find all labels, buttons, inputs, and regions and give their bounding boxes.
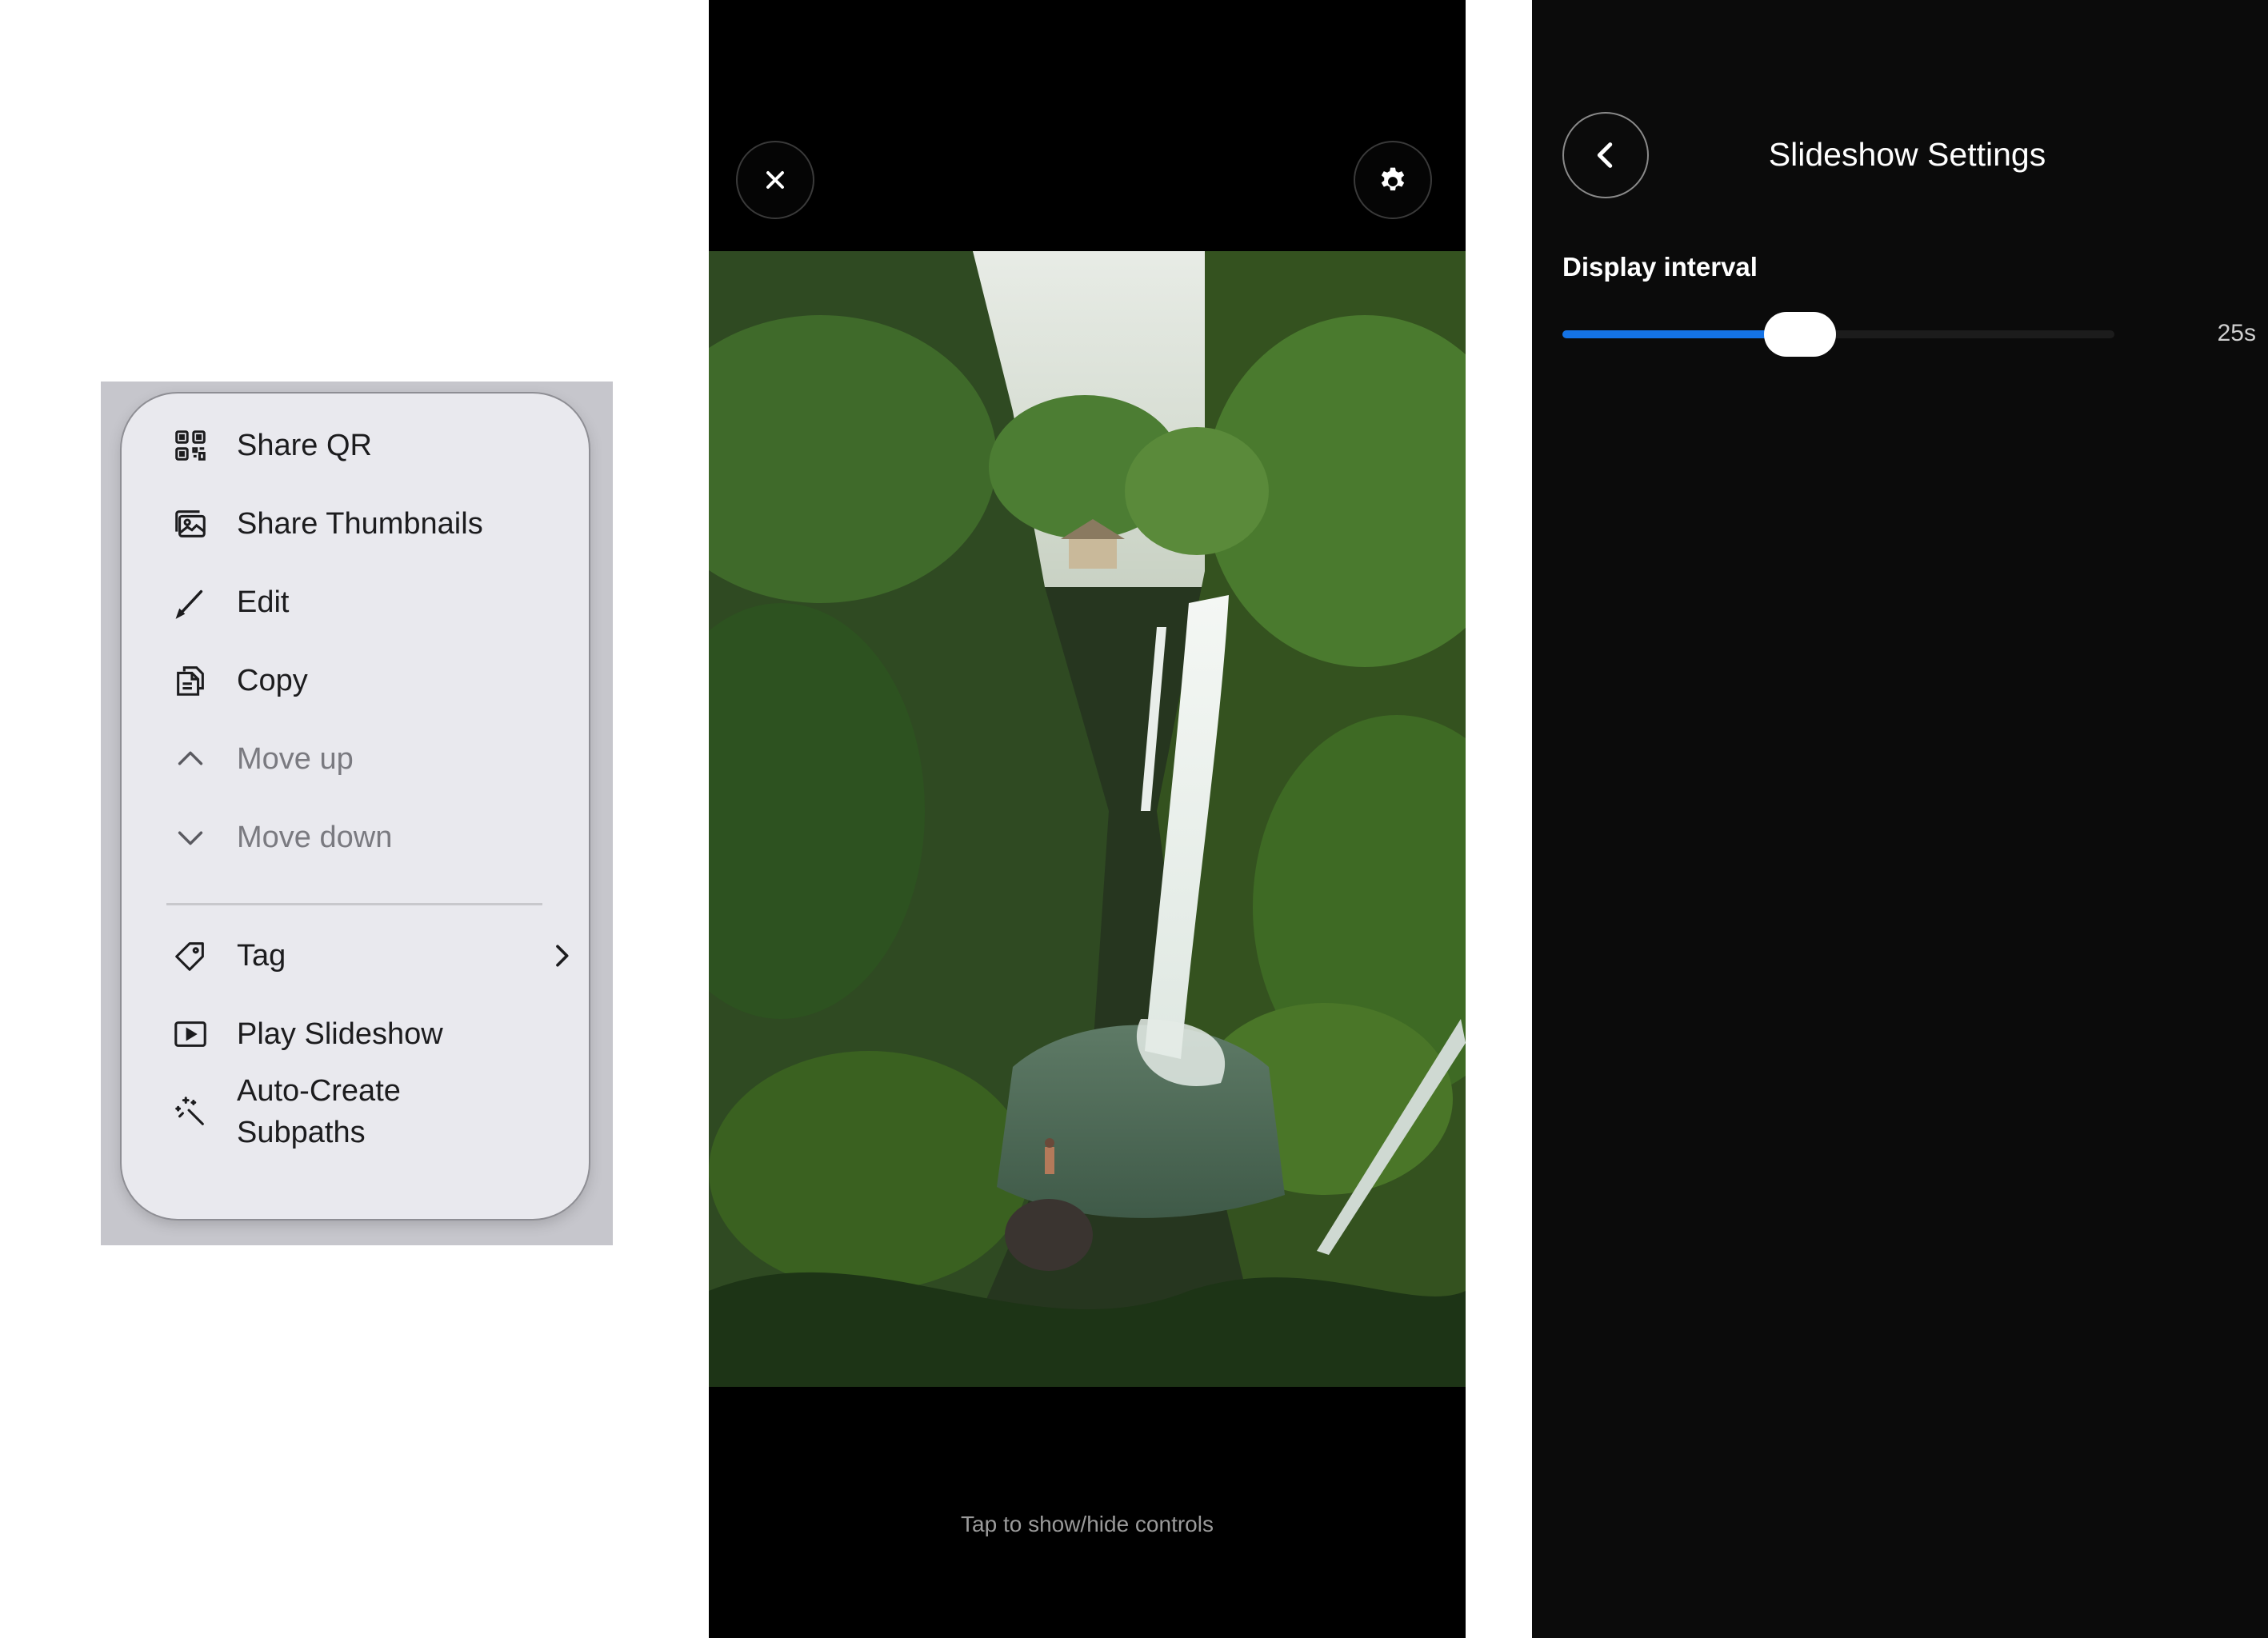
menu-item-auto-create-subpaths[interactable]: Auto-Create Subpaths — [170, 1068, 578, 1156]
menu-item-edit[interactable]: Edit — [170, 578, 578, 626]
menu-item-label: Share Thumbnails — [237, 506, 483, 541]
menu-item-move-up[interactable]: Move up — [170, 735, 578, 783]
menu-divider — [166, 903, 542, 905]
pencil-icon — [170, 581, 211, 623]
qr-code-icon — [170, 425, 211, 466]
photos-stack-icon — [170, 503, 211, 545]
display-interval-label: Display interval — [1562, 252, 1758, 282]
chevron-up-icon — [170, 738, 211, 780]
menu-item-move-down[interactable]: Move down — [170, 813, 578, 861]
menu-item-label: Share QR — [237, 428, 372, 462]
chevron-down-icon — [170, 817, 211, 858]
menu-item-share-qr[interactable]: Share QR — [170, 421, 578, 469]
menu-item-label: Auto-Create Subpaths — [237, 1074, 401, 1149]
gear-icon — [1381, 167, 1405, 191]
display-interval-value: 25s — [2217, 320, 2256, 346]
slideshow-settings: Slideshow Settings Display interval 25s — [1532, 0, 2268, 1638]
magic-wand-icon — [170, 1091, 211, 1133]
copy-icon — [170, 660, 211, 701]
close-icon — [766, 171, 784, 189]
slider-thumb[interactable] — [1763, 312, 1836, 357]
close-button[interactable] — [736, 141, 814, 219]
menu-item-label: Move down — [237, 820, 393, 854]
page-title: Slideshow Settings — [1768, 136, 2046, 173]
slideshow-viewer[interactable]: Tap to show/hide controls — [709, 0, 1466, 1638]
menu-item-share-thumbnails[interactable]: Share Thumbnails — [170, 500, 578, 548]
menu-item-play-slideshow[interactable]: Play Slideshow — [170, 1010, 578, 1058]
display-interval-slider[interactable] — [1562, 312, 2114, 357]
settings-button[interactable] — [1354, 141, 1432, 219]
tag-icon — [170, 935, 211, 977]
play-rectangle-icon — [170, 1013, 211, 1055]
menu-item-label: Play Slideshow — [237, 1017, 443, 1051]
chevron-right-icon — [556, 945, 569, 967]
menu-item-label: Tag — [237, 938, 286, 973]
menu-item-label: Copy — [237, 663, 308, 697]
context-menu: Share QR Share Thumbnails Edit Copy Move… — [122, 394, 589, 1219]
menu-item-tag[interactable]: Tag — [170, 932, 578, 980]
menu-item-label: Edit — [237, 585, 290, 619]
menu-item-label: Move up — [237, 741, 354, 776]
tap-hint: Tap to show/hide controls — [961, 1512, 1214, 1536]
slideshow-photo[interactable] — [709, 251, 1466, 1387]
menu-item-copy[interactable]: Copy — [170, 657, 578, 705]
